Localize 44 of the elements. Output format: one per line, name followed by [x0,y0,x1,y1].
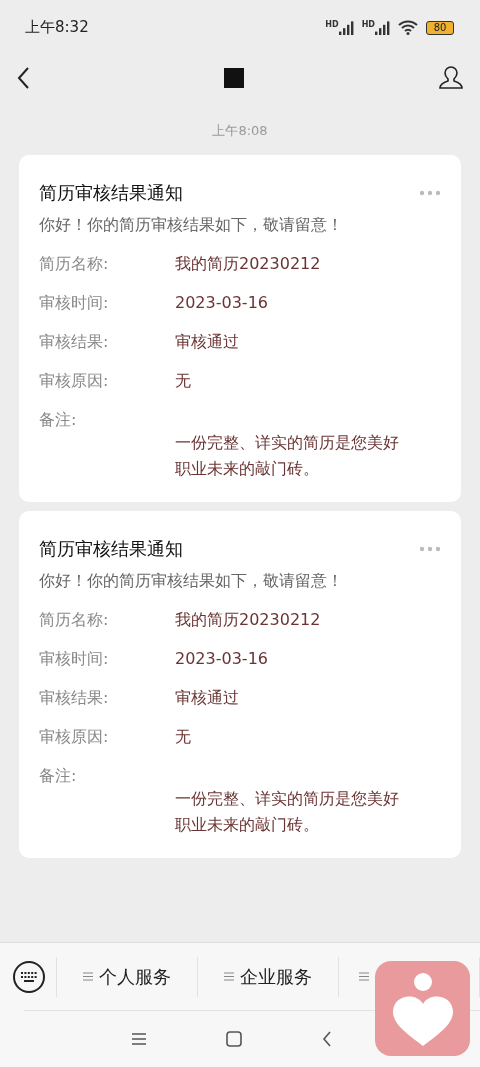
field-value: 无 [175,726,191,748]
menu-icon [224,972,234,981]
back-icon[interactable] [16,65,30,90]
back-icon[interactable] [322,1031,332,1047]
field-label: 备注: [39,765,78,787]
heart-person-icon [390,971,455,1046]
greeting-text: 你好！你的简历审核结果如下，敬请留意！ [39,215,344,236]
message-title: 简历审核结果通知 [39,181,183,205]
field-value: 2023-03-16 [175,292,268,314]
menu-tab[interactable]: 企业服务 [198,956,339,997]
field-value: 审核通过 [175,331,239,353]
field-label: 简历名称: [39,253,110,275]
greeting-text: 你好！你的简历审核结果如下，敬请留意！ [39,571,344,592]
menu-tab[interactable]: 个人服务 [57,956,198,997]
battery-indicator: 80 [426,20,454,35]
note-text: 一份完整、详实的简历是您美好职业未来的敲门砖。 [175,432,400,480]
menu-icon[interactable] [132,1033,146,1045]
cell-signal-icon [375,20,390,35]
field-label: 审核结果: [39,331,110,353]
field-label: 备注: [39,409,78,431]
note-text: 一份完整、详实的简历是您美好职业未来的敲门砖。 [175,788,400,836]
message-title: 简历审核结果通知 [39,537,183,561]
field-label: 审核结果: [39,687,110,709]
status-time: 上午8:32 [25,18,89,37]
field-value: 无 [175,370,191,392]
field-value: 2023-03-16 [175,648,268,670]
field-label: 简历名称: [39,609,110,631]
person-icon[interactable] [438,64,464,91]
field-label: 审核时间: [39,292,110,314]
field-label: 审核原因: [39,726,110,748]
timestamp: 上午8:08 [212,123,268,138]
cell-signal-icon [338,20,354,35]
field-value: 审核通过 [175,687,239,709]
menu-icon [359,972,369,981]
hd-label: HD [361,20,375,29]
home-icon[interactable] [226,1031,242,1047]
field-value: 我的简历20230212 [175,609,321,631]
wifi-icon [398,20,418,35]
field-label: 审核时间: [39,648,110,670]
field-value: 我的简历20230212 [175,253,321,275]
field-label: 审核原因: [39,370,110,392]
hd-label: HD [325,20,339,29]
keyboard-icon[interactable] [12,959,46,994]
menu-icon [83,972,93,981]
